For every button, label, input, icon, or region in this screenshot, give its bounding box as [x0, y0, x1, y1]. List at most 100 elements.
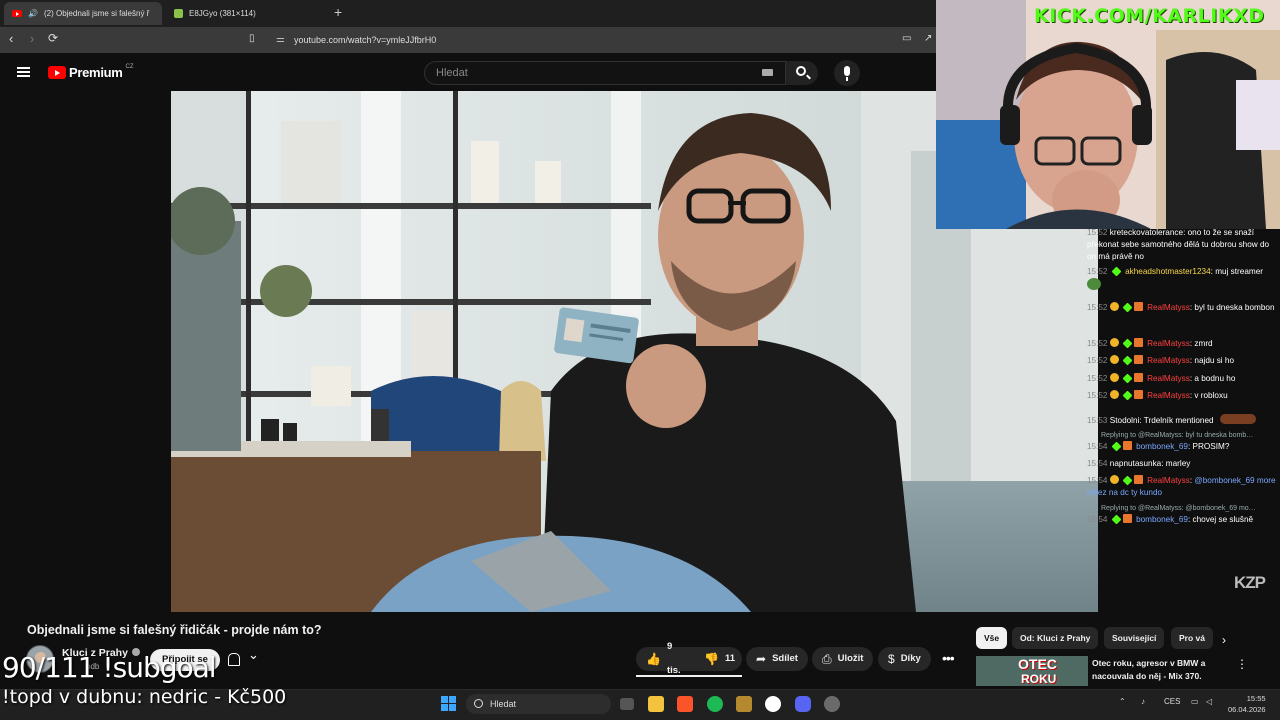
tray-chevron-icon[interactable]: ⌃ [1119, 697, 1126, 706]
keyboard-icon[interactable] [762, 69, 773, 76]
trdelnik-emote-icon [1219, 414, 1256, 424]
chat-text: najdu si ho [1194, 356, 1235, 365]
chip-all[interactable]: Vše [976, 627, 1008, 649]
save-button[interactable]: ⎙ Uložit [812, 647, 874, 671]
bookmark-icon[interactable]: ▯ [249, 33, 255, 44]
chat-text: a bodnu ho [1194, 374, 1236, 383]
webcam-overlay [936, 0, 1280, 229]
discord-icon[interactable] [795, 696, 811, 712]
tab-label: E8JGyo (381×114) [189, 9, 256, 18]
chip-from-channel[interactable]: Od: Kluci z Prahy [1012, 627, 1099, 649]
youtube-logo-icon [48, 66, 66, 79]
chat-user: napnutasunka [1109, 459, 1162, 468]
like-button[interactable]: 👍 9 tis. [636, 641, 694, 676]
recommended-thumbnail[interactable]: OTEC ROKU [976, 656, 1088, 686]
dislike-count: 11 [724, 653, 735, 664]
dislike-button[interactable]: 👎 11 [694, 647, 742, 671]
new-tab-button[interactable]: + [334, 4, 342, 20]
chat-message: 15:54 bombonek_69: chovej se slušně [1087, 514, 1254, 525]
share-page-icon[interactable]: ↗ [924, 33, 932, 44]
speaker-icon: 🔊 [28, 9, 38, 18]
more-vert-icon[interactable]: ⋮ [1236, 657, 1248, 671]
save-label: Uložit [837, 653, 864, 664]
badge-icon [1111, 266, 1122, 277]
stream-chat: 15:52 kreteckovatolerance: ono to že se … [1085, 228, 1280, 529]
close-tab-icon[interactable]: ✕ [161, 8, 162, 19]
chat-text: marley [1165, 459, 1191, 468]
chat-text: v robloxu [1194, 391, 1228, 400]
search-button[interactable] [786, 61, 818, 85]
chat-text: Trdelník mentioned [1143, 416, 1214, 425]
task-view-icon[interactable] [620, 698, 634, 710]
chip-related[interactable]: Související [1104, 627, 1165, 649]
reload-icon[interactable]: ⟳ [48, 31, 58, 45]
thumbs-up-icon: 👍 [646, 652, 661, 666]
youtube-premium-logo[interactable]: Premium CZ [48, 63, 134, 80]
thanks-button[interactable]: $ Díky [878, 647, 931, 671]
back-icon[interactable]: ‹ [9, 31, 13, 46]
chat-text: byl tu dneska bombon [1194, 303, 1275, 312]
badge-icon [1122, 373, 1133, 384]
chat-message: 15:54 bombonek_69: PROSIM? [1087, 441, 1230, 452]
topd-overlay: !topd v dubnu: nedric - Kč500 [2, 686, 287, 708]
tab-image[interactable]: E8JGyo (381×114) [166, 2, 326, 25]
chat-user: bombonek_69 [1136, 515, 1188, 524]
chevron-right-icon[interactable]: › [1222, 633, 1226, 647]
gift-badge-icon [1133, 475, 1143, 484]
mic-tray-icon[interactable]: ♪ [1141, 697, 1145, 706]
chat-message: 15:54 RealMatyss: @bombonek_69 more přil… [1087, 475, 1276, 497]
chat-user: kreteckovatolerance [1109, 228, 1184, 237]
cast-icon[interactable]: ▭ [902, 33, 911, 44]
menu-icon[interactable] [17, 67, 30, 77]
clock-time: 15:55 [1246, 694, 1266, 703]
voice-search-icon[interactable] [834, 60, 860, 86]
notification-bell-icon[interactable] [224, 647, 264, 670]
chat-user: akheadshotmaster1234 [1125, 267, 1211, 276]
gift-badge-icon [1122, 441, 1132, 450]
sub-badge-icon [1109, 475, 1119, 484]
sub-badge-icon [1109, 338, 1119, 347]
recommended-title[interactable]: Otec roku, agresor v BMW a nacouvala do … [1092, 657, 1222, 683]
video-watermark: KZP [1234, 573, 1266, 592]
chat-message: 15:52 RealMatyss: v robloxu [1087, 390, 1228, 401]
app-icon[interactable] [736, 696, 752, 712]
network-icon[interactable]: ▭ [1191, 697, 1199, 706]
chat-message: 15:52 kreteckovatolerance: ono to že se … [1087, 228, 1270, 261]
chat-text: zmrd [1194, 339, 1213, 348]
brave-browser-icon[interactable] [677, 696, 693, 712]
like-ratio-bar [636, 675, 742, 677]
ccleaner-icon[interactable] [765, 696, 781, 712]
tab-youtube[interactable]: 🔊 (2) Objednali jsme si falešný ř ✕ [4, 2, 162, 25]
forward-icon[interactable]: › [30, 31, 34, 46]
address-bar[interactable]: ⚌ youtube.com/watch?v=ymleJJfbrH0 [272, 31, 436, 49]
taskbar-search[interactable]: Hledat [466, 694, 611, 714]
more-actions-icon[interactable]: ••• [942, 650, 955, 666]
input-language[interactable]: CES [1164, 697, 1180, 706]
badge-icon [1122, 338, 1133, 349]
chat-message: 15:52 RealMatyss: zmrd [1087, 338, 1213, 349]
gift-badge-icon [1133, 390, 1143, 399]
share-icon: ➦ [756, 652, 767, 666]
bookmark-save-icon: ⎙ [822, 652, 832, 666]
clock[interactable]: 15:55 06.04.2026 [1228, 693, 1266, 715]
badge-icon [1122, 302, 1133, 313]
chip-for-you[interactable]: Pro vá [1171, 627, 1213, 649]
image-favicon-icon [174, 9, 183, 18]
search-input[interactable]: Hledat [424, 61, 786, 85]
volume-icon[interactable]: ◁ [1206, 697, 1212, 706]
brand-label: Premium [69, 65, 123, 80]
thanks-icon: $ [888, 652, 895, 666]
spotify-icon[interactable] [707, 696, 723, 712]
chat-message: 15:52 RealMatyss: byl tu dneska bombon [1087, 302, 1275, 313]
obs-icon[interactable] [824, 696, 840, 712]
share-button[interactable]: ➦ Sdílet [746, 647, 808, 671]
region-code: CZ [125, 63, 134, 70]
file-explorer-icon[interactable] [648, 696, 664, 712]
windows-start-icon[interactable] [441, 696, 456, 711]
chat-message: 15:54 napnutasunka: marley [1087, 459, 1191, 468]
badge-icon [1111, 441, 1122, 452]
chat-user: RealMatyss [1147, 374, 1190, 383]
site-info-icon[interactable]: ⚌ [276, 31, 285, 49]
youtube-favicon-icon [12, 10, 22, 17]
kick-url-overlay: KICK.COM/KARLIKXD [1034, 5, 1265, 27]
